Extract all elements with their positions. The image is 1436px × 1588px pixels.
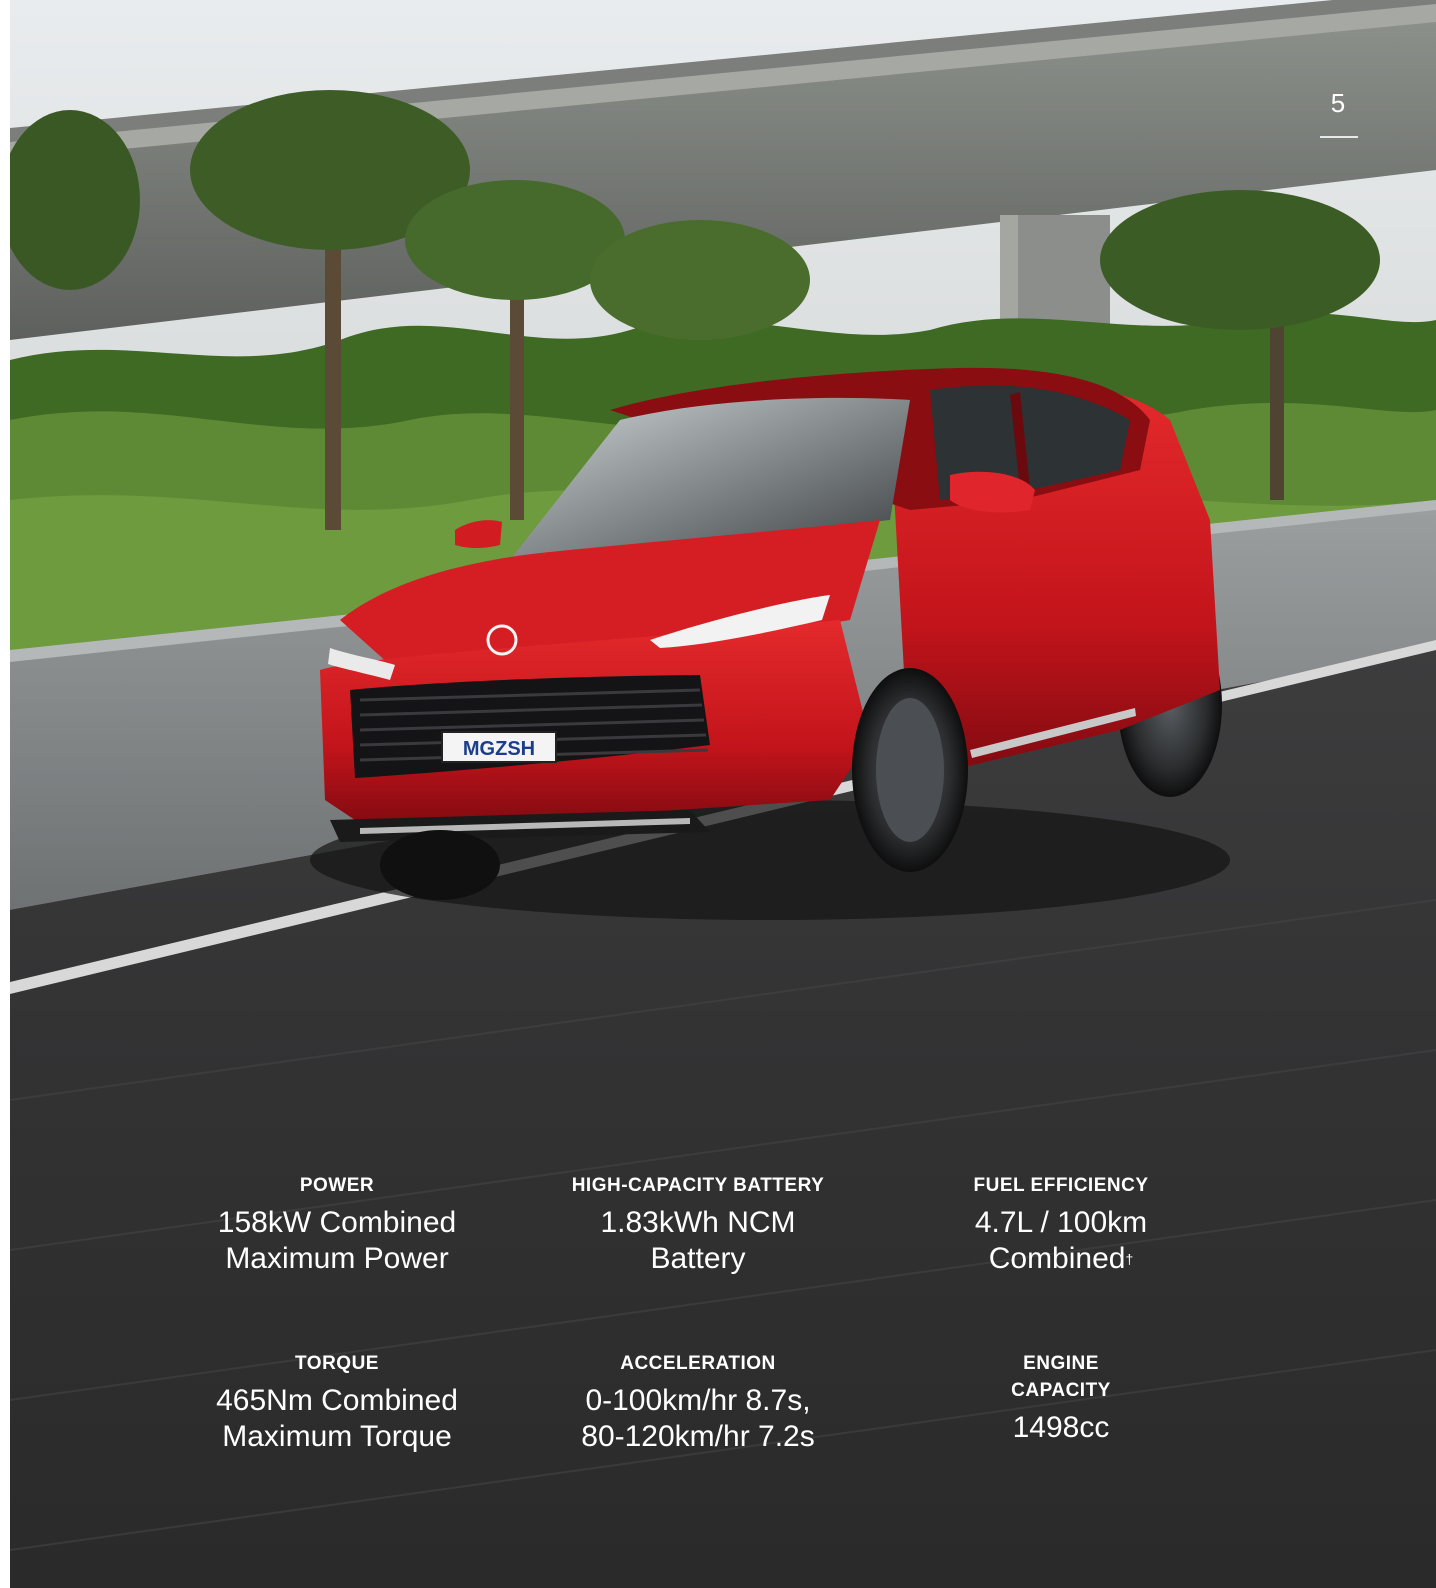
spec-power: POWER 158kW Combined Maximum Power	[177, 1172, 497, 1277]
page-number: 5	[1330, 88, 1346, 118]
spec-value-line: Combined†	[901, 1241, 1221, 1277]
spec-value: 158kW Combined Maximum Power	[177, 1205, 497, 1277]
spec-value: 1498cc	[901, 1410, 1221, 1446]
spec-value-line: 80-120km/hr 7.2s	[581, 1420, 815, 1453]
spec-value-line: 0-100km/hr 8.7s,	[585, 1384, 811, 1417]
spec-value-line: Maximum Power	[225, 1242, 449, 1275]
spec-value: 0-100km/hr 8.7s, 80-120km/hr 7.2s	[538, 1383, 858, 1455]
spec-value-line: 465Nm Combined	[216, 1384, 458, 1417]
brochure-page: MGZSH 5 POWER 158kW Combined Maximum Pow…	[10, 0, 1436, 1588]
spec-fuel-efficiency: FUEL EFFICIENCY 4.7L / 100km Combined†	[901, 1172, 1221, 1277]
spec-value-line: Maximum Torque	[222, 1420, 452, 1453]
spec-title: TORQUE	[295, 1353, 379, 1374]
spec-acceleration: ACCELERATION 0-100km/hr 8.7s, 80-120km/h…	[538, 1350, 858, 1455]
spec-value-line: Battery	[650, 1242, 746, 1275]
spec-value-line: 158kW Combined	[217, 1206, 457, 1239]
spec-battery: HIGH-CAPACITY BATTERY 1.83kWh NCM Batter…	[538, 1172, 858, 1277]
spec-engine-capacity: ENGINE CAPACITY 1498cc	[901, 1350, 1221, 1446]
spec-title: POWER	[299, 1175, 375, 1196]
spec-value-line: 4.7L / 100km	[974, 1206, 1148, 1239]
spec-value-line: 1.83kWh NCM	[600, 1206, 796, 1239]
spec-value-line: 1498cc	[1012, 1411, 1110, 1444]
spec-title: FUEL EFFICIENCY	[973, 1175, 1149, 1196]
spec-title: ENGINE CAPACITY	[1011, 1353, 1111, 1401]
spec-value: 465Nm Combined Maximum Torque	[177, 1383, 497, 1455]
dagger-footnote-mark: †	[1125, 1251, 1134, 1267]
spec-title: HIGH-CAPACITY BATTERY	[571, 1175, 825, 1196]
spec-torque: TORQUE 465Nm Combined Maximum Torque	[177, 1350, 497, 1455]
spec-value-text: Combined	[988, 1242, 1126, 1275]
spec-value: 4.7L / 100km Combined†	[901, 1205, 1221, 1277]
spec-title: ACCELERATION	[620, 1353, 776, 1374]
page-number-rule	[1320, 136, 1358, 138]
svg-text:MGZSH: MGZSH	[463, 738, 535, 760]
spec-value: 1.83kWh NCM Battery	[538, 1205, 858, 1277]
